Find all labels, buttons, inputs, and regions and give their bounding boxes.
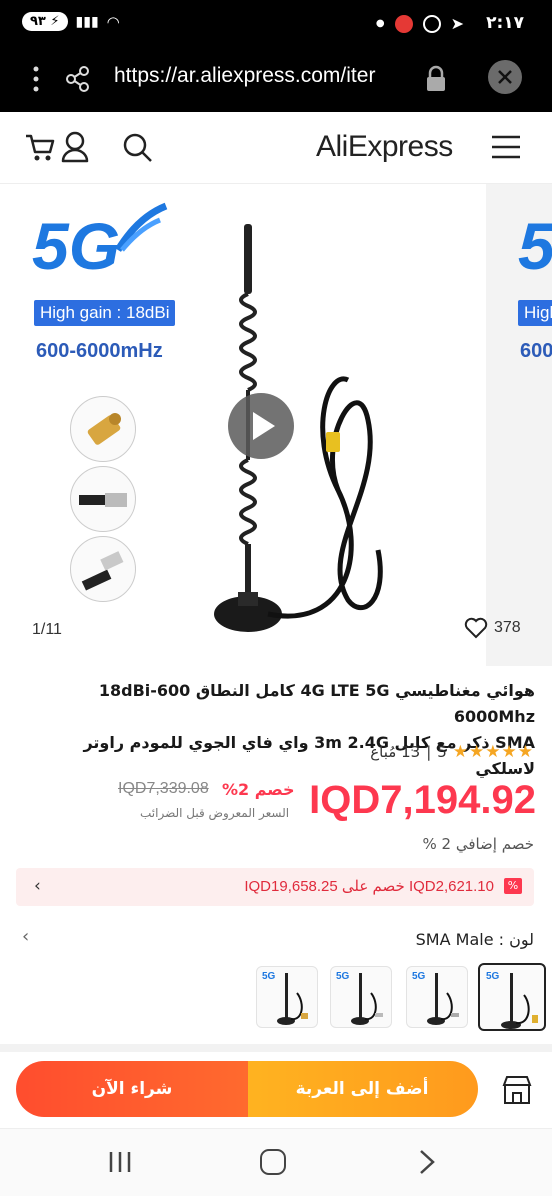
buy-now-button[interactable]: شراء الآن	[16, 1061, 248, 1117]
product-gallery[interactable]: 5G High gain : 18dBi 600-6000mHz 5 Hig 6…	[0, 184, 552, 666]
frequency-label: 600-6000mHz	[36, 340, 163, 362]
variant-value: SMA Male	[415, 930, 494, 949]
section-divider	[0, 1044, 552, 1052]
browser-url-bar: https://ar.aliexpress.com/iter	[0, 50, 552, 112]
home-icon[interactable]	[260, 1149, 286, 1175]
sold-count: 13 مُباع	[370, 743, 421, 761]
status-icons-right: ● ➤	[376, 14, 464, 33]
store-icon[interactable]	[500, 1075, 534, 1105]
close-tab-button[interactable]	[488, 60, 522, 94]
close-icon	[498, 70, 512, 84]
signal-icon: ▮▮▮	[75, 13, 99, 30]
gain-label: High gain : 18dBi	[34, 300, 176, 326]
status-icons-left: ٩٣ ⚡ ▮▮▮ ◠	[22, 12, 120, 31]
share-icon[interactable]	[64, 65, 92, 93]
back-icon[interactable]	[418, 1149, 436, 1175]
menu-icon[interactable]	[490, 134, 522, 160]
signal-waves-icon	[115, 202, 168, 252]
chevron-left-icon: ‹	[34, 876, 41, 896]
rating-row[interactable]: ★★★★★ 5 | 13 مُباع	[370, 742, 534, 762]
dot-icon: ●	[375, 18, 385, 29]
search-icon[interactable]	[122, 132, 154, 164]
star-rating-icon: ★★★★★	[452, 742, 534, 762]
recent-apps-icon[interactable]	[108, 1151, 132, 1173]
wishlist-count: 378	[494, 619, 521, 636]
telegram-icon: ➤	[450, 14, 464, 33]
variant-label-prefix: لون :	[498, 930, 534, 949]
gallery-next-slide[interactable]: 5G High 600	[486, 184, 552, 666]
discount-badge: خصم 2%	[222, 780, 295, 799]
frequency-label-next: 600	[520, 340, 552, 362]
swatch-badge: 5G	[262, 971, 276, 982]
gallery-slide[interactable]: 5G High gain : 18dBi 600-6000mHz	[18, 184, 486, 666]
heart-icon	[464, 617, 488, 639]
antenna-image	[214, 224, 383, 632]
crc9-connector-image	[70, 536, 136, 602]
swatch-badge: 5G	[336, 971, 350, 982]
swatch-badge: 5G	[412, 971, 426, 982]
coupon-tag-icon: %	[504, 878, 522, 894]
aliexpress-logo[interactable]: AliExpress	[316, 130, 453, 164]
app-header: AliExpress	[0, 112, 552, 184]
5g-badge-next: 5G	[518, 209, 552, 283]
rating-separator: |	[426, 743, 432, 761]
current-price: IQD7,194.92	[309, 778, 536, 822]
play-video-button[interactable]	[228, 393, 294, 459]
variant-swatch[interactable]: 5G	[256, 966, 318, 1028]
coupon-banner[interactable]: % IQD2,621.10 خصم على IQD19,658.25 ‹	[16, 868, 534, 906]
coupon-text: IQD2,621.10 خصم على IQD19,658.25	[244, 878, 494, 895]
original-price: IQD7,339.08	[118, 780, 209, 797]
wishlist-button[interactable]: 378	[464, 617, 521, 639]
tax-note: السعر المعروض قبل الضرائب	[140, 806, 290, 820]
clock: ٢:١٧	[486, 13, 524, 33]
battery-indicator: ٩٣ ⚡	[22, 12, 68, 31]
sma-connector-image	[70, 396, 136, 462]
gain-label-next: High	[518, 300, 552, 326]
gallery-counter: 1/11	[32, 621, 62, 638]
variant-label: لون : SMA Male	[416, 930, 534, 949]
extra-discount: خصم إضافي 2 %	[422, 835, 534, 853]
product-title-line-1: هوائي مغناطيسي 4G LTE 5G كامل النطاق 600…	[98, 681, 535, 726]
app-notification-icon	[394, 14, 413, 33]
status-bar: ٩٣ ⚡ ▮▮▮ ◠ ● ➤ ٢:١٧	[0, 0, 552, 50]
ts9-connector-image	[70, 466, 136, 532]
variant-swatch[interactable]: 5G	[330, 966, 392, 1028]
variant-swatch[interactable]: 5G	[406, 966, 468, 1028]
whatsapp-icon	[422, 14, 441, 33]
add-to-cart-button[interactable]: أضف إلى العربة	[246, 1061, 478, 1117]
url-text[interactable]: https://ar.aliexpress.com/iter	[114, 64, 375, 88]
product-title: هوائي مغناطيسي 4G LTE 5G كامل النطاق 600…	[20, 678, 535, 782]
cart-icon[interactable]	[24, 132, 56, 162]
variant-swatch-selected[interactable]: 5G	[478, 963, 546, 1031]
lock-icon	[427, 65, 445, 91]
swatch-badge: 5G	[486, 971, 500, 982]
wifi-icon: ◠	[106, 12, 120, 31]
system-nav-bar	[0, 1128, 552, 1196]
5g-badge: 5G	[32, 209, 121, 283]
user-icon[interactable]	[60, 131, 90, 163]
battery-level: ٩٣	[30, 14, 46, 29]
more-vert-icon[interactable]	[30, 65, 42, 93]
rating-value: 5	[437, 743, 447, 761]
chevron-left-icon[interactable]: ‹	[22, 926, 29, 947]
